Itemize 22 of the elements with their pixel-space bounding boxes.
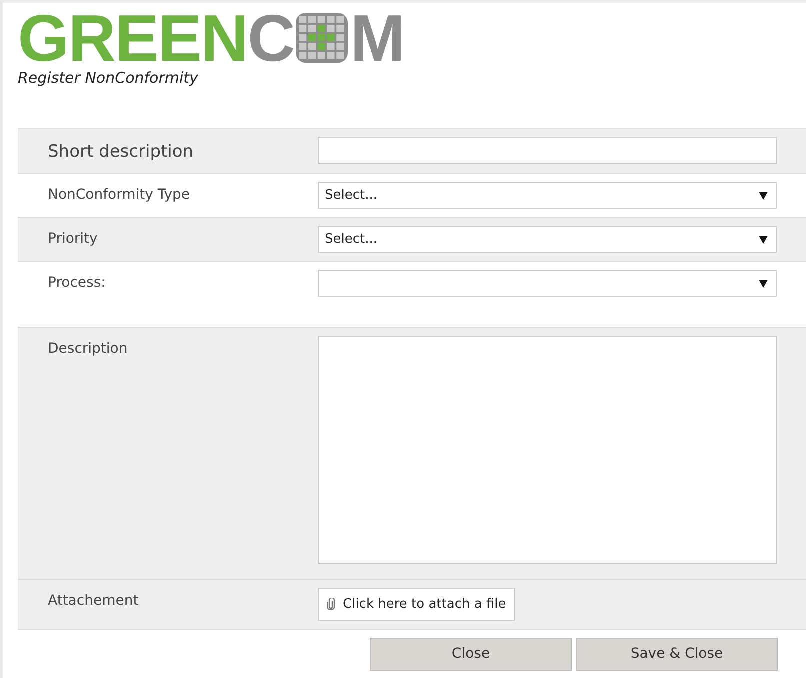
paperclip-icon xyxy=(327,598,335,610)
field-label: Process: xyxy=(48,274,107,293)
dropdown[interactable]: Select... xyxy=(318,182,777,209)
dropdown[interactable]: Select... xyxy=(318,226,777,253)
description-field[interactable] xyxy=(318,336,777,564)
field-label: NonConformity Type xyxy=(48,186,192,205)
field-label: Short description xyxy=(48,140,195,164)
field-label: Priority xyxy=(48,230,99,249)
dialog-button[interactable]: Close xyxy=(370,638,572,671)
logo-text: M xyxy=(350,11,404,65)
logo-text: GREEN xyxy=(18,11,248,65)
caret-icon xyxy=(759,192,768,200)
field-label: Description xyxy=(48,340,129,359)
logo-text: C xyxy=(248,11,294,65)
text-field[interactable] xyxy=(318,136,777,164)
dropdown[interactable] xyxy=(318,270,777,297)
caret-icon xyxy=(759,236,768,244)
attach-file-button[interactable]: Click here to attach a file xyxy=(318,588,516,621)
caret-icon xyxy=(759,280,768,288)
dialog-button[interactable]: Save & Close xyxy=(576,638,778,671)
page-subtitle: Register NonConformity xyxy=(18,68,200,89)
field-label: Attachement xyxy=(48,592,140,610)
